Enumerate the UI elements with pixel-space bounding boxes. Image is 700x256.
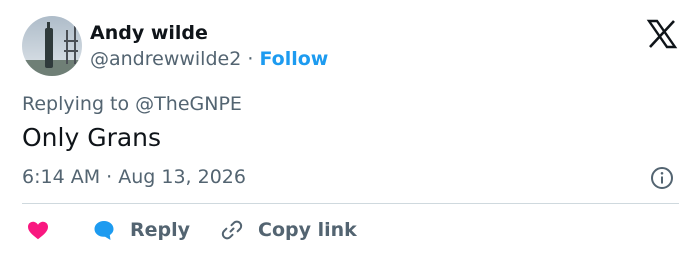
avatar-photo: [22, 16, 82, 76]
author-name[interactable]: Andy wilde: [90, 22, 208, 44]
tweet-timestamp[interactable]: 6:14 AM · Aug 13, 2026: [22, 166, 246, 188]
copy-link-button[interactable]: Copy link: [220, 218, 357, 242]
action-bar: Reply Copy link: [26, 216, 357, 244]
x-logo-icon[interactable]: [646, 18, 678, 50]
divider: [22, 203, 679, 204]
author-handle-row: @andrewwilde2 · Follow: [90, 48, 328, 70]
like-button[interactable]: [26, 218, 50, 242]
reply-target-link[interactable]: @TheGNPE: [135, 93, 242, 115]
info-icon[interactable]: [650, 166, 674, 190]
avatar[interactable]: [22, 16, 82, 76]
separator-dot: ·: [247, 48, 254, 70]
reply-context-prefix: Replying to: [22, 93, 130, 115]
reply-button[interactable]: Reply: [92, 218, 190, 242]
author-handle[interactable]: @andrewwilde2: [90, 48, 241, 70]
tweet-text: Only Grans: [22, 123, 162, 152]
link-icon: [221, 220, 243, 240]
speech-bubble-icon: [94, 221, 114, 240]
copy-link-label: Copy link: [258, 219, 357, 241]
reply-context: Replying to @TheGNPE: [22, 93, 242, 115]
heart-icon: [28, 221, 48, 240]
reply-label: Reply: [130, 219, 191, 241]
follow-button[interactable]: Follow: [259, 48, 328, 70]
